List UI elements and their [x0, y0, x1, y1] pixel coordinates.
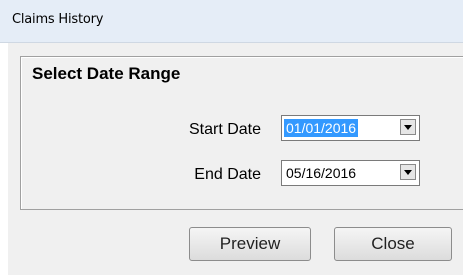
- end-date-dropdown-button[interactable]: [400, 164, 416, 180]
- dialog-client-area: Select Date Range Start Date 01/01/2016 …: [8, 43, 463, 275]
- end-date-dropdown[interactable]: 05/16/2016: [281, 160, 420, 186]
- start-date-dropdown-button[interactable]: [400, 119, 416, 135]
- end-date-label: End Date: [194, 166, 261, 183]
- group-title: Select Date Range: [32, 64, 181, 83]
- preview-button[interactable]: Preview: [189, 227, 311, 261]
- start-date-value: 01/01/2016: [284, 119, 359, 137]
- end-date-value: 05/16/2016: [286, 165, 357, 181]
- chevron-down-icon: [404, 170, 412, 175]
- claims-history-window: Claims History Select Date Range Start D…: [0, 0, 463, 275]
- start-date-dropdown[interactable]: 01/01/2016: [281, 115, 420, 141]
- close-button[interactable]: Close: [334, 227, 452, 261]
- title-bar[interactable]: Claims History: [0, 0, 463, 43]
- chevron-down-icon: [404, 125, 412, 130]
- window-title: Claims History: [12, 12, 104, 27]
- start-date-label: Start Date: [188, 121, 261, 138]
